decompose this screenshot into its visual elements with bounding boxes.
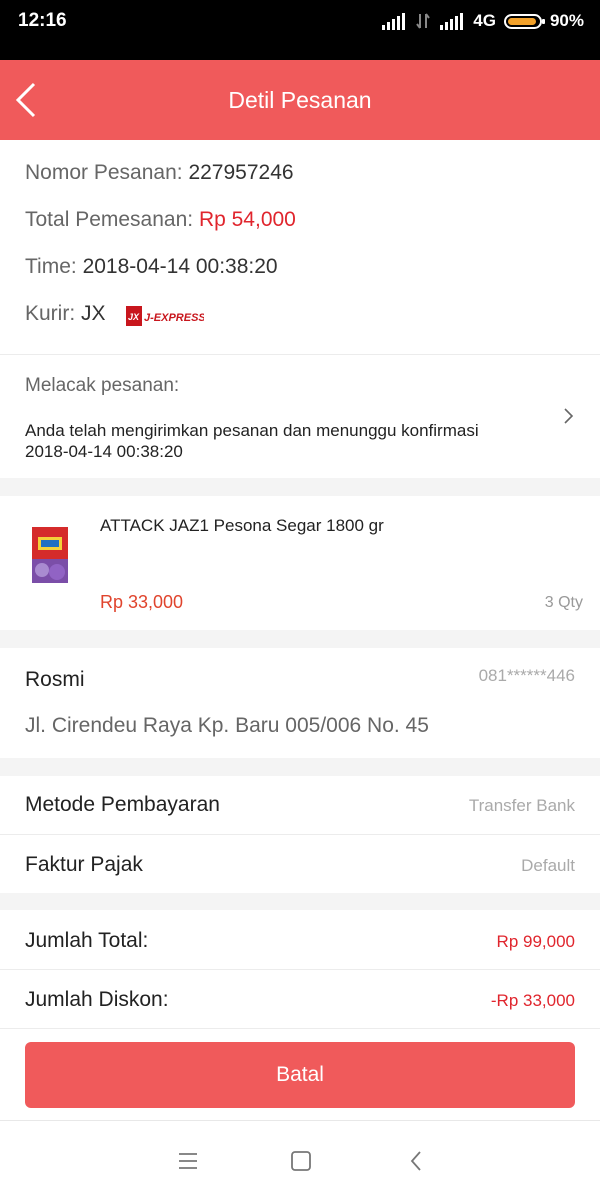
- total-amount-value: Rp 99,000: [496, 932, 575, 951]
- order-number-value: 227957246: [188, 161, 294, 184]
- divider: [0, 1028, 600, 1029]
- app-header: Detil Pesanan: [0, 60, 600, 140]
- status-indicators: 4G 90%: [381, 10, 584, 32]
- status-time: 12:16: [18, 10, 67, 31]
- status-bar: 12:16 4G 90%: [0, 0, 600, 60]
- svg-text:JX: JX: [128, 312, 140, 322]
- order-total-row: Total Pemesanan: Rp 54,000: [25, 208, 296, 232]
- j-express-logo: JX J-EXPRESS: [126, 306, 204, 326]
- data-transfer-icon: [416, 13, 431, 29]
- tax-invoice-value: Default: [521, 856, 575, 875]
- divider: [0, 969, 600, 970]
- recipient-section: [0, 648, 600, 758]
- divider: [0, 354, 600, 355]
- courier-value: JX: [81, 302, 106, 325]
- back-nav-icon[interactable]: [405, 1149, 429, 1173]
- tracking-message: Anda telah mengirimkan pesanan dan menun…: [25, 421, 479, 440]
- menu-icon[interactable]: [176, 1149, 200, 1173]
- system-nav-bar: [0, 1120, 600, 1200]
- network-type: 4G: [473, 11, 496, 30]
- tracking-label: Melacak pesanan:: [25, 375, 180, 396]
- chevron-right-icon[interactable]: [561, 406, 577, 426]
- order-total-label: Total Pemesanan:: [25, 208, 194, 231]
- recipient-phone: 081******446: [478, 666, 575, 685]
- battery-icon: [503, 13, 545, 29]
- payment-method-value: Transfer Bank: [468, 796, 575, 815]
- product-qty: 3 Qty: [544, 594, 583, 611]
- svg-text:J-EXPRESS: J-EXPRESS: [144, 312, 204, 324]
- product-name: ATTACK JAZ1 Pesona Segar 1800 gr: [100, 516, 384, 535]
- order-total-value: Rp 54,000: [198, 208, 296, 231]
- product-image: [32, 527, 68, 583]
- signal-icon: [382, 13, 406, 30]
- discount-amount-label: Jumlah Diskon:: [25, 988, 169, 1011]
- order-time-value: 2018-04-14 00:38:20: [82, 255, 278, 278]
- tracking-status[interactable]: Anda telah mengirimkan pesanan dan menun…: [25, 420, 545, 462]
- order-time-row: Time: 2018-04-14 00:38:20: [25, 255, 278, 279]
- product-price: Rp 33,000: [100, 592, 184, 612]
- battery-percent: 90%: [549, 11, 584, 30]
- order-number-row: Nomor Pesanan: 227957246: [25, 161, 294, 185]
- order-time-label: Time:: [25, 255, 77, 278]
- order-number-label: Nomor Pesanan:: [25, 161, 183, 184]
- total-amount-label: Jumlah Total:: [25, 929, 149, 952]
- recipient-name: Rosmi: [25, 668, 85, 691]
- tracking-timestamp: 2018-04-14 00:38:20: [25, 442, 183, 461]
- tax-invoice-label: Faktur Pajak: [25, 853, 143, 876]
- courier-row: Kurir: JX: [25, 302, 106, 326]
- courier-label: Kurir:: [25, 302, 76, 325]
- cancel-button[interactable]: Batal: [25, 1042, 575, 1108]
- home-icon[interactable]: [289, 1149, 313, 1173]
- page-title: Detil Pesanan: [228, 87, 372, 113]
- discount-amount-value: -Rp 33,000: [490, 991, 575, 1010]
- signal-icon-2: [440, 13, 464, 30]
- recipient-address: Jl. Cirendeu Raya Kp. Baru 005/006 No. 4…: [25, 714, 429, 737]
- divider: [0, 834, 600, 835]
- payment-method-label: Metode Pembayaran: [25, 793, 220, 816]
